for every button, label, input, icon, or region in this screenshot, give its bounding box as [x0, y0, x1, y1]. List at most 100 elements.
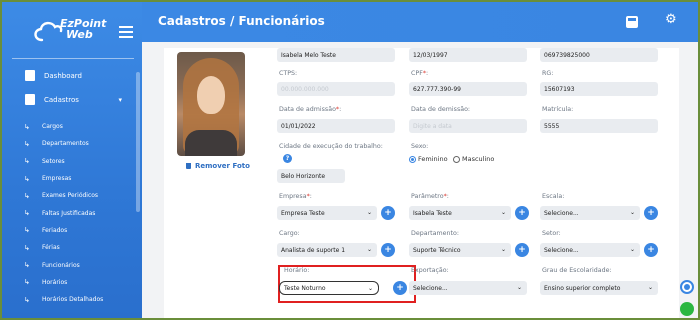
sidebar-nav: Dashboard Cadastros ▾ ↳ Cargos ↳ Departame…: [2, 64, 142, 308]
chevron-down-icon: ⌄: [367, 285, 373, 292]
matricula-label: Matrícula:: [542, 106, 574, 113]
add-parametro-button[interactable]: +: [515, 206, 529, 220]
departamento-select-value: Suporte Técnico: [413, 246, 461, 254]
page-title: Cadastros / Funcionários: [158, 14, 325, 28]
escala-label: Escala:: [542, 193, 565, 200]
escolaridade-select[interactable]: Ensino superior completo ⌄: [540, 281, 658, 295]
cidade-label: Cidade de execução do trabalho:: [279, 143, 383, 150]
sidebar: EzPoint Web Dashboard Cadastros ▾ ↳ Cargo…: [2, 2, 142, 318]
horario-select[interactable]: Teste Noturno ⌄: [279, 281, 379, 295]
empresa-select[interactable]: Empresa Teste ⌄: [277, 206, 377, 220]
support-chat-icon[interactable]: [680, 280, 694, 294]
departamento-label: Departamento:: [411, 230, 459, 237]
divider: [12, 58, 134, 59]
demissao-field[interactable]: Digite a data: [409, 119, 527, 133]
add-setor-button[interactable]: +: [644, 243, 658, 257]
sub-arrow-icon: ↳: [24, 295, 30, 304]
menu-toggle-icon[interactable]: [119, 26, 133, 38]
calculator-icon[interactable]: [626, 16, 638, 28]
whatsapp-icon[interactable]: [680, 302, 694, 316]
sub-arrow-icon: ↳: [24, 191, 30, 200]
cargo-select-value: Analista de suporte 1: [281, 246, 346, 254]
nome-field[interactable]: Isabela Melo Teste: [277, 48, 395, 62]
setor-select[interactable]: Selecione... ⌄: [540, 243, 640, 257]
add-departamento-button[interactable]: +: [515, 243, 529, 257]
ctps-field[interactable]: 00.000.000.000: [277, 82, 395, 96]
radio-feminino[interactable]: Feminino: [409, 155, 448, 163]
sidebar-subitem-label: Exames Periódicos: [42, 192, 99, 200]
exportacao-label: Exportação:: [411, 267, 449, 274]
radio-unselected-icon: [453, 155, 460, 163]
gear-icon[interactable]: ⚙: [665, 13, 677, 26]
sidebar-item-dashboard[interactable]: Dashboard: [2, 64, 142, 88]
sub-arrow-icon: ↳: [24, 278, 30, 287]
top-header: Cadastros / Funcionários ⚙: [142, 2, 698, 42]
sidebar-item-label: Dashboard: [44, 72, 82, 80]
sidebar-subitem-label: Cargos: [42, 123, 63, 131]
setor-label: Setor:: [542, 230, 561, 237]
help-icon[interactable]: ?: [283, 154, 292, 163]
sub-arrow-icon: ↳: [24, 174, 30, 183]
sub-arrow-icon: ↳: [24, 209, 30, 218]
empresa-label: Empresa*:: [279, 193, 312, 200]
sidebar-subitem-exames[interactable]: ↳ Exames Periódicos: [2, 187, 142, 204]
sidebar-subitem-horarios[interactable]: ↳ Horários: [2, 274, 142, 291]
chevron-down-icon: ⌄: [366, 246, 372, 253]
sidebar-subitem-funcionarios[interactable]: ↳ Funcionários: [2, 256, 142, 273]
sidebar-subitem-departamentos[interactable]: ↳ Departamentos: [2, 135, 142, 152]
document-icon: [25, 94, 35, 105]
departamento-select[interactable]: Suporte Técnico ⌄: [409, 243, 511, 257]
add-empresa-button[interactable]: +: [381, 206, 395, 220]
sub-arrow-icon: ↳: [24, 157, 30, 166]
sidebar-subitem-cargos[interactable]: ↳ Cargos: [2, 118, 142, 135]
matricula-field[interactable]: 5555: [540, 119, 658, 133]
exportacao-select-value: Selecione...: [413, 284, 448, 292]
brand-name-line2: Web: [66, 28, 93, 41]
sidebar-subitem-horarios-detalhados[interactable]: ↳ Horários Detalhados: [2, 291, 142, 308]
cidade-field[interactable]: Belo Horizonte: [277, 169, 345, 183]
add-cargo-button[interactable]: +: [381, 243, 395, 257]
escala-select[interactable]: Selecione... ⌄: [540, 206, 640, 220]
sidebar-subitem-ferias[interactable]: ↳ Férias: [2, 239, 142, 256]
exportacao-select[interactable]: Selecione... ⌄: [409, 281, 527, 295]
radio-masculino-label: Masculino: [462, 155, 495, 163]
add-escala-button[interactable]: +: [644, 206, 658, 220]
cargo-select[interactable]: Analista de suporte 1 ⌄: [277, 243, 377, 257]
cpf-field[interactable]: 627.777.390-99: [409, 82, 527, 96]
nascimento-field[interactable]: 12/03/1997: [409, 48, 527, 62]
sub-arrow-icon: ↳: [24, 243, 30, 252]
escolaridade-label: Grau de Escolaridade:: [542, 267, 612, 274]
sidebar-item-cadastros[interactable]: Cadastros ▾: [2, 88, 142, 112]
chevron-down-icon: ⌄: [629, 246, 635, 253]
sidebar-subitem-feriados[interactable]: ↳ Feriados: [2, 222, 142, 239]
sidebar-item-label: Cadastros: [44, 96, 79, 104]
sidebar-subitem-label: Feriados: [42, 226, 68, 234]
sidebar-subitem-label: Departamentos: [42, 140, 89, 148]
cpf-label: CPF*:: [411, 70, 429, 77]
parametro-select[interactable]: Isabela Teste ⌄: [409, 206, 511, 220]
sidebar-subitem-empresas[interactable]: ↳ Empresas: [2, 170, 142, 187]
horario-select-value: Teste Noturno: [284, 284, 326, 292]
remove-photo-button[interactable]: Remover Foto: [186, 162, 250, 170]
empresa-label-text: Empresa: [279, 193, 307, 200]
escolaridade-select-value: Ensino superior completo: [544, 284, 621, 292]
sexo-label: Sexo:: [411, 143, 429, 150]
remove-photo-label: Remover Foto: [195, 162, 250, 170]
add-horario-button[interactable]: +: [393, 281, 407, 295]
sidebar-subitem-label: Férias: [42, 244, 60, 252]
parametro-label: Parâmetro*:: [411, 193, 449, 200]
telefone-field[interactable]: 069739825000: [540, 48, 658, 62]
radio-masculino[interactable]: Masculino: [453, 155, 494, 163]
cpf-label-text: CPF: [411, 70, 423, 77]
chevron-down-icon: ⌄: [500, 209, 506, 216]
employee-photo: [177, 52, 245, 156]
sidebar-subitem-setores[interactable]: ↳ Setores: [2, 153, 142, 170]
chevron-down-icon: ▾: [118, 96, 122, 104]
admissao-field[interactable]: 01/01/2022: [277, 119, 395, 133]
rg-field[interactable]: 15607193: [540, 82, 658, 96]
cargo-label: Cargo:: [279, 230, 300, 237]
escala-select-value: Selecione...: [544, 209, 579, 217]
sidebar-subitem-faltas[interactable]: ↳ Faltas Justificadas: [2, 204, 142, 221]
sidebar-subitem-label: Horários Detalhados: [42, 296, 104, 304]
sidebar-subitem-label: Funcionários: [42, 261, 80, 269]
